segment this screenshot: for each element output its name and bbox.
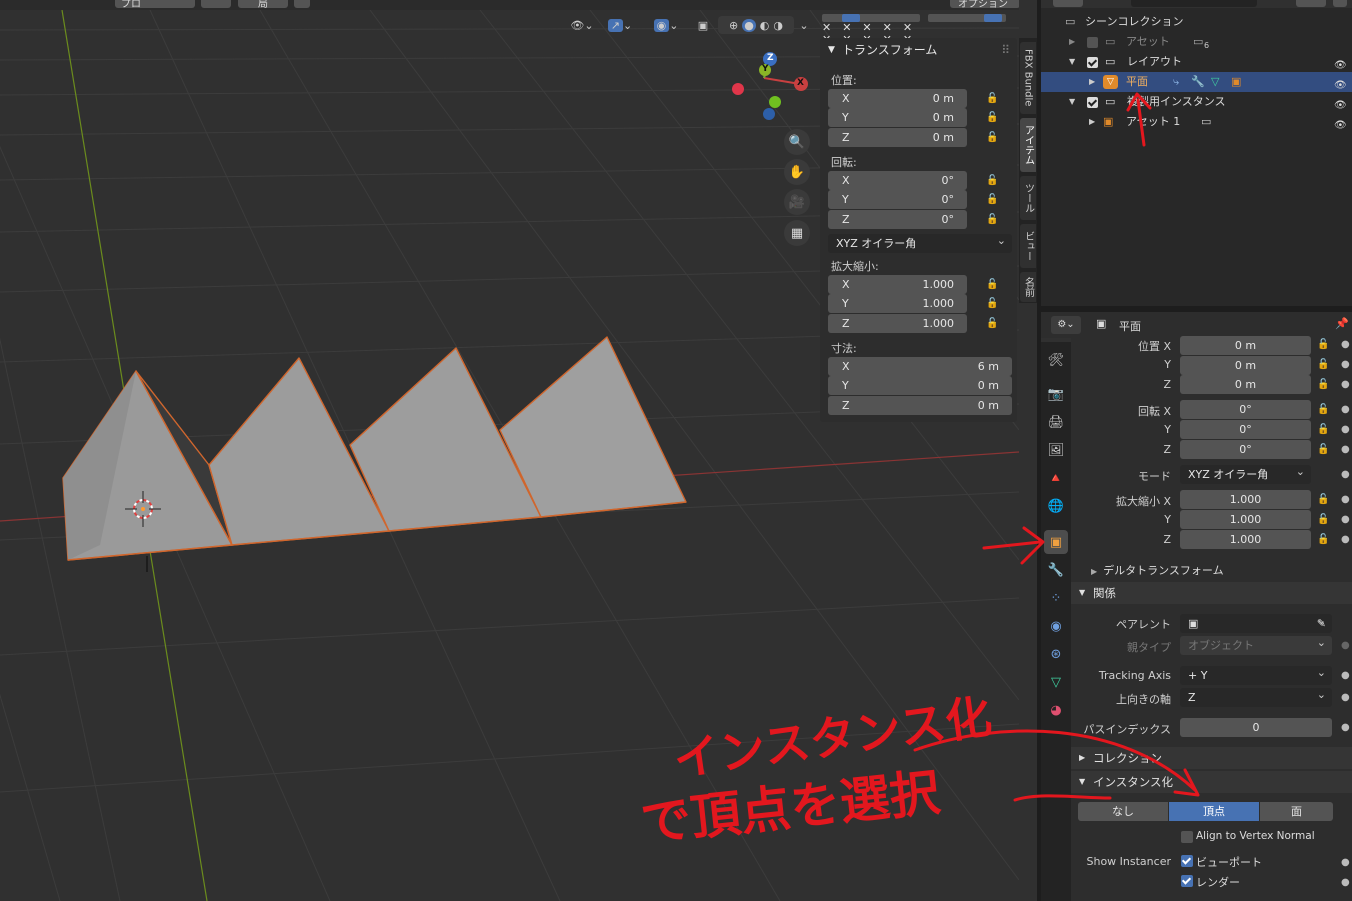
arrow-to-object-tab [982,540,1042,550]
arrow-to-plane [1136,98,1146,147]
